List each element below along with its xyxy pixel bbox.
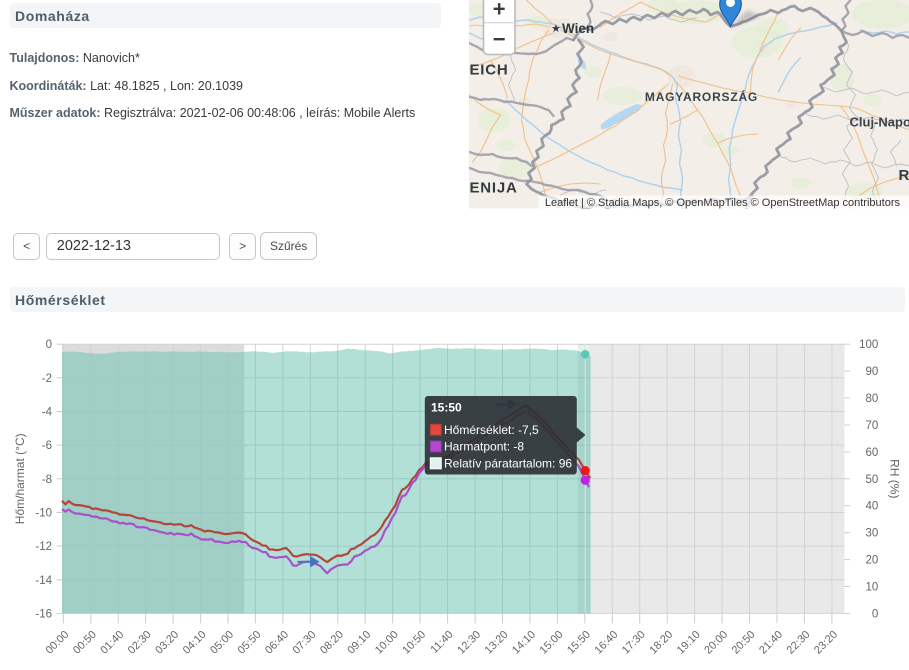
svg-text:00:50: 00:50 [71,629,99,657]
svg-text:40: 40 [866,501,879,513]
svg-text:60: 60 [866,447,879,459]
svg-text:19:10: 19:10 [675,629,703,657]
svg-text:-4: -4 [42,407,53,419]
svg-text:-12: -12 [35,541,52,553]
svg-text:02:30: 02:30 [126,629,154,657]
svg-text:00:00: 00:00 [43,629,71,657]
svg-text:70: 70 [866,420,879,432]
svg-text:-14: -14 [35,575,52,587]
svg-text:15:50: 15:50 [565,629,593,657]
svg-text:08:20: 08:20 [318,629,346,657]
svg-text:21:40: 21:40 [757,629,785,657]
svg-text:-10: -10 [35,508,52,520]
svg-text:RH (%): RH (%) [888,459,902,498]
svg-text:05:00: 05:00 [208,629,236,657]
svg-text:+: + [492,0,505,22]
svg-text:15:50: 15:50 [431,401,462,415]
svg-text:0: 0 [46,339,52,351]
svg-text:-8: -8 [42,474,52,486]
svg-text:12:30: 12:30 [455,629,483,657]
svg-text:0: 0 [872,608,878,620]
svg-text:★: ★ [551,23,561,35]
svg-text:EICH: EICH [469,62,508,79]
svg-text:90: 90 [866,366,879,378]
svg-text:05:50: 05:50 [236,629,264,657]
svg-text:20:00: 20:00 [702,629,730,657]
svg-text:Relatív páratartalom: 96: Relatív páratartalom: 96 [444,456,572,470]
svg-text:10:50: 10:50 [400,629,428,657]
svg-text:ENIJA: ENIJA [469,180,517,197]
svg-text:03:20: 03:20 [153,629,181,657]
svg-text:Hőm/harmat (°C): Hőm/harmat (°C) [13,433,27,524]
svg-text:17:30: 17:30 [620,629,648,657]
svg-text:07:30: 07:30 [290,629,318,657]
svg-text:23:20: 23:20 [812,629,840,657]
svg-text:20:50: 20:50 [730,629,758,657]
svg-text:50: 50 [866,474,879,486]
svg-text:Hőmérséklet: -7,5: Hőmérséklet: -7,5 [444,423,539,437]
svg-text:10: 10 [866,582,879,594]
svg-text:100: 100 [859,339,878,351]
svg-text:Harmatpont: -8: Harmatpont: -8 [444,440,524,454]
svg-text:-6: -6 [42,440,52,452]
svg-text:-16: -16 [35,608,52,620]
svg-text:15:00: 15:00 [538,629,566,657]
svg-text:30: 30 [866,528,879,540]
svg-text:18:20: 18:20 [647,629,675,657]
svg-text:04:10: 04:10 [181,629,209,657]
svg-text:11:40: 11:40 [428,629,455,656]
svg-text:06:40: 06:40 [263,629,291,657]
svg-text:09:10: 09:10 [345,629,373,657]
svg-text:13:20: 13:20 [483,629,511,657]
svg-text:Cluj-Napo: Cluj-Napo [849,115,909,130]
svg-text:80: 80 [866,393,879,405]
svg-text:10:00: 10:00 [373,629,401,657]
svg-text:Leaflet | © Stadia Maps, © Ope: Leaflet | © Stadia Maps, © OpenMapTiles … [544,197,900,209]
svg-text:−: − [492,27,505,52]
svg-text:16:40: 16:40 [592,629,620,657]
svg-text:14:10: 14:10 [510,629,538,657]
svg-text:MAGYARORSZÁG: MAGYARORSZÁG [644,89,757,104]
svg-text:22:30: 22:30 [785,629,813,657]
svg-text:01:40: 01:40 [98,629,126,657]
svg-text:R: R [898,167,909,184]
svg-text:-2: -2 [42,373,52,385]
svg-text:Wien: Wien [562,21,594,36]
svg-text:20: 20 [866,555,879,567]
